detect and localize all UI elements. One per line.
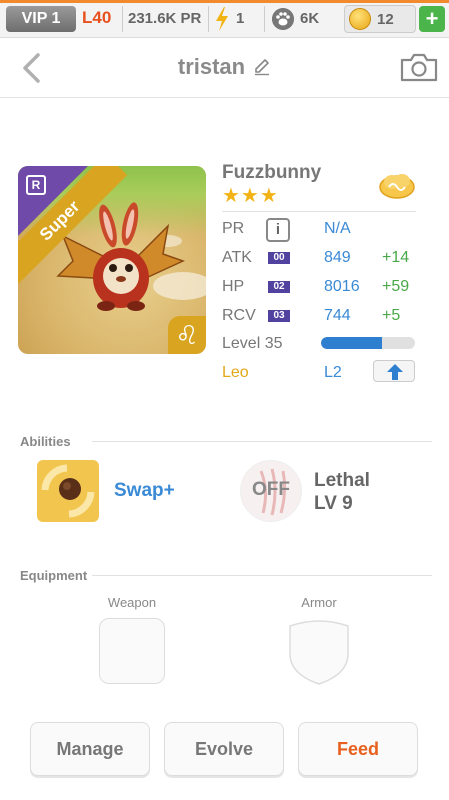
rarity-badge: R — [26, 175, 46, 195]
swap-icon — [41, 464, 95, 518]
vip-badge[interactable]: VIP 1 — [6, 6, 76, 32]
hp-value: 8016 — [324, 278, 360, 295]
ability-name[interactable]: Lethal — [314, 470, 370, 492]
zodiac-level: L2 — [324, 364, 342, 381]
page-title[interactable]: tristan — [0, 54, 449, 80]
rcv-bonus: +5 — [382, 307, 401, 324]
level-progress-bar — [321, 337, 415, 349]
info-button[interactable]: i — [266, 218, 290, 242]
status-bar: VIP 1 L40 231.6K PR 1 6K 12 + — [0, 0, 449, 38]
header: tristan — [0, 38, 449, 98]
rcv-box: 03 — [268, 310, 290, 322]
equipment-divider — [92, 575, 432, 576]
coin-value: 12 — [377, 11, 394, 28]
paw-icon — [272, 8, 294, 30]
divider — [208, 6, 209, 32]
armor-label: Armor — [301, 595, 337, 610]
ability-level: LV 9 — [314, 493, 353, 514]
ability-name[interactable]: Swap+ — [114, 480, 175, 502]
abilities-divider — [92, 441, 432, 442]
feed-button[interactable]: Feed — [298, 722, 418, 776]
armor-slot[interactable] — [286, 616, 352, 686]
coin-counter[interactable]: 12 — [344, 5, 416, 33]
pencil-icon[interactable] — [253, 58, 271, 76]
pets-value: 6K — [300, 10, 320, 27]
level-progress-fill — [321, 337, 383, 349]
add-coins-button[interactable]: + — [419, 6, 445, 32]
arrow-up-icon — [387, 364, 403, 380]
pet-portrait[interactable]: R Super ♌ — [18, 166, 206, 354]
camera-icon[interactable] — [400, 52, 438, 82]
abilities-title: Abilities — [20, 434, 71, 449]
atk-box: 00 — [268, 252, 290, 264]
atk-label: ATK — [222, 249, 252, 266]
upgrade-button[interactable] — [373, 360, 415, 382]
weapon-slot[interactable] — [99, 618, 165, 684]
star-rating: ★★★ — [222, 185, 279, 207]
zodiac-sign: Leo — [222, 364, 249, 381]
lightning-icon — [216, 7, 228, 31]
pr-label: PR — [222, 220, 245, 237]
energy-value: 1 — [236, 10, 245, 27]
pet-owner-name: tristan — [177, 54, 246, 79]
coin-icon — [349, 8, 371, 30]
rcv-label: RCV — [222, 307, 256, 324]
divider — [264, 6, 265, 32]
equipment-title: Equipment — [20, 568, 88, 583]
player-level: L40 — [82, 8, 112, 27]
level-label: Level 35 — [222, 335, 283, 352]
name-divider — [222, 211, 416, 212]
atk-value: 849 — [324, 249, 351, 266]
pet-name: Fuzzbunny — [222, 162, 322, 183]
ability-off-state: OFF — [252, 479, 290, 500]
manage-button[interactable]: Manage — [30, 722, 150, 776]
rcv-value: 744 — [324, 307, 351, 324]
status-bar-accent — [0, 0, 449, 3]
hp-bonus: +59 — [382, 278, 410, 295]
weapon-label: Weapon — [107, 595, 157, 610]
zodiac-badge: ♌ — [168, 316, 206, 354]
evolve-button[interactable]: Evolve — [164, 722, 284, 776]
swap-ability-icon[interactable] — [37, 460, 99, 522]
atk-bonus: +14 — [382, 249, 410, 266]
power-value: 231.6K PR — [128, 10, 202, 27]
hp-box: 02 — [268, 281, 290, 293]
pr-value: N/A — [324, 220, 351, 237]
divider — [122, 6, 123, 32]
hp-label: HP — [222, 278, 245, 295]
cloud-icon[interactable] — [378, 170, 416, 200]
